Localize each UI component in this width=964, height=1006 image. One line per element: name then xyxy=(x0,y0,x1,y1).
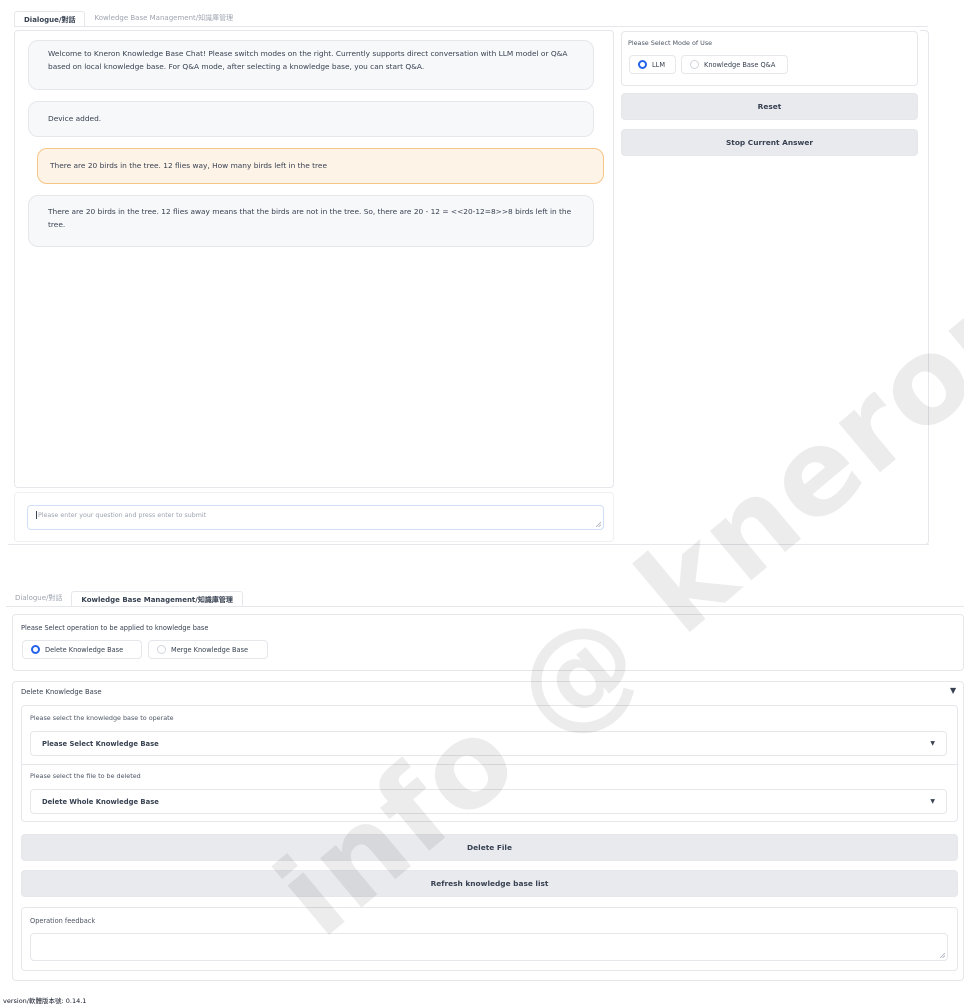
feedback-textarea[interactable] xyxy=(30,933,948,961)
reset-button[interactable]: Reset xyxy=(621,93,918,120)
right-edge xyxy=(920,30,929,545)
radio-merge-kb[interactable]: Merge Knowledge Base xyxy=(148,640,268,659)
question-input[interactable]: Please enter your question and press ent… xyxy=(27,505,604,530)
bot-message-welcome: Welcome to Kneron Knowledge Base Chat! P… xyxy=(28,40,594,90)
version-text: version/軟體版本號: 0.14.1 xyxy=(3,997,87,1005)
radio-delete-kb-label: Delete Knowledge Base xyxy=(45,645,124,654)
tab-dialogue[interactable]: Dialogue/對話 xyxy=(14,11,86,27)
selectors-divider xyxy=(22,764,957,765)
select-kb-label: Please select the knowledge base to oper… xyxy=(30,714,174,722)
radio-llm-label: LLM xyxy=(652,60,666,69)
stop-answer-button[interactable]: Stop Current Answer xyxy=(621,129,918,156)
tab-kb-management[interactable]: Kowledge Base Management/知識庫管理 xyxy=(85,10,242,26)
delete-file-button[interactable]: Delete File xyxy=(21,834,958,861)
radio-kb-qa-label: Knowledge Base Q&A xyxy=(704,60,776,69)
radio-merge-kb-label: Merge Knowledge Base xyxy=(171,645,249,654)
tab-divider xyxy=(14,26,928,27)
input-placeholder: Please enter your question and press ent… xyxy=(38,512,207,519)
collapse-triangle-icon[interactable]: ▼ xyxy=(950,686,956,695)
knowledge-base-select[interactable]: Please Select Knowledge Base ▼ xyxy=(30,731,947,756)
bot-message-device: Device added. xyxy=(28,101,594,137)
tab-dialogue-2[interactable]: Dialogue/對話 xyxy=(6,590,71,606)
bottom-tab-bar: Dialogue/對話 Kowledge Base Management/知識庫… xyxy=(6,590,243,607)
radio-selected-icon xyxy=(31,645,40,654)
bot-message-answer: There are 20 birds in the tree. 12 flies… xyxy=(28,195,594,247)
radio-llm[interactable]: LLM xyxy=(629,55,676,74)
file-select-value: Delete Whole Knowledge Base xyxy=(42,797,159,806)
feedback-label: Operation feedback xyxy=(30,917,96,925)
operation-label: Please Select operation to be applied to… xyxy=(21,624,209,632)
tab-kb-management-2[interactable]: Kowledge Base Management/知識庫管理 xyxy=(71,591,243,607)
tab-divider-2 xyxy=(6,606,964,607)
select-file-label: Please select the file to be deleted xyxy=(30,772,141,780)
user-message: There are 20 birds in the tree. 12 flies… xyxy=(37,148,604,184)
accordion-title[interactable]: Delete Knowledge Base xyxy=(21,688,102,696)
file-select[interactable]: Delete Whole Knowledge Base ▼ xyxy=(30,789,947,814)
input-caret xyxy=(36,511,37,519)
dropdown-caret-icon: ▼ xyxy=(930,740,935,747)
radio-selected-icon xyxy=(638,60,647,69)
radio-unselected-icon xyxy=(157,645,166,654)
resize-handle-icon[interactable] xyxy=(939,952,945,958)
mode-label: Please Select Mode of Use xyxy=(628,39,713,47)
knowledge-base-select-value: Please Select Knowledge Base xyxy=(42,739,159,748)
radio-unselected-icon xyxy=(690,60,699,69)
dropdown-caret-icon: ▼ xyxy=(930,798,935,805)
chat-panel xyxy=(14,30,614,488)
radio-kb-qa[interactable]: Knowledge Base Q&A xyxy=(681,55,788,74)
top-bottom-border xyxy=(8,544,929,545)
radio-delete-kb[interactable]: Delete Knowledge Base xyxy=(22,640,142,659)
resize-handle-icon[interactable] xyxy=(595,521,601,527)
refresh-kb-list-button[interactable]: Refresh knowledge base list xyxy=(21,870,958,897)
top-tab-bar: Dialogue/對話 Kowledge Base Management/知識庫… xyxy=(14,10,242,27)
